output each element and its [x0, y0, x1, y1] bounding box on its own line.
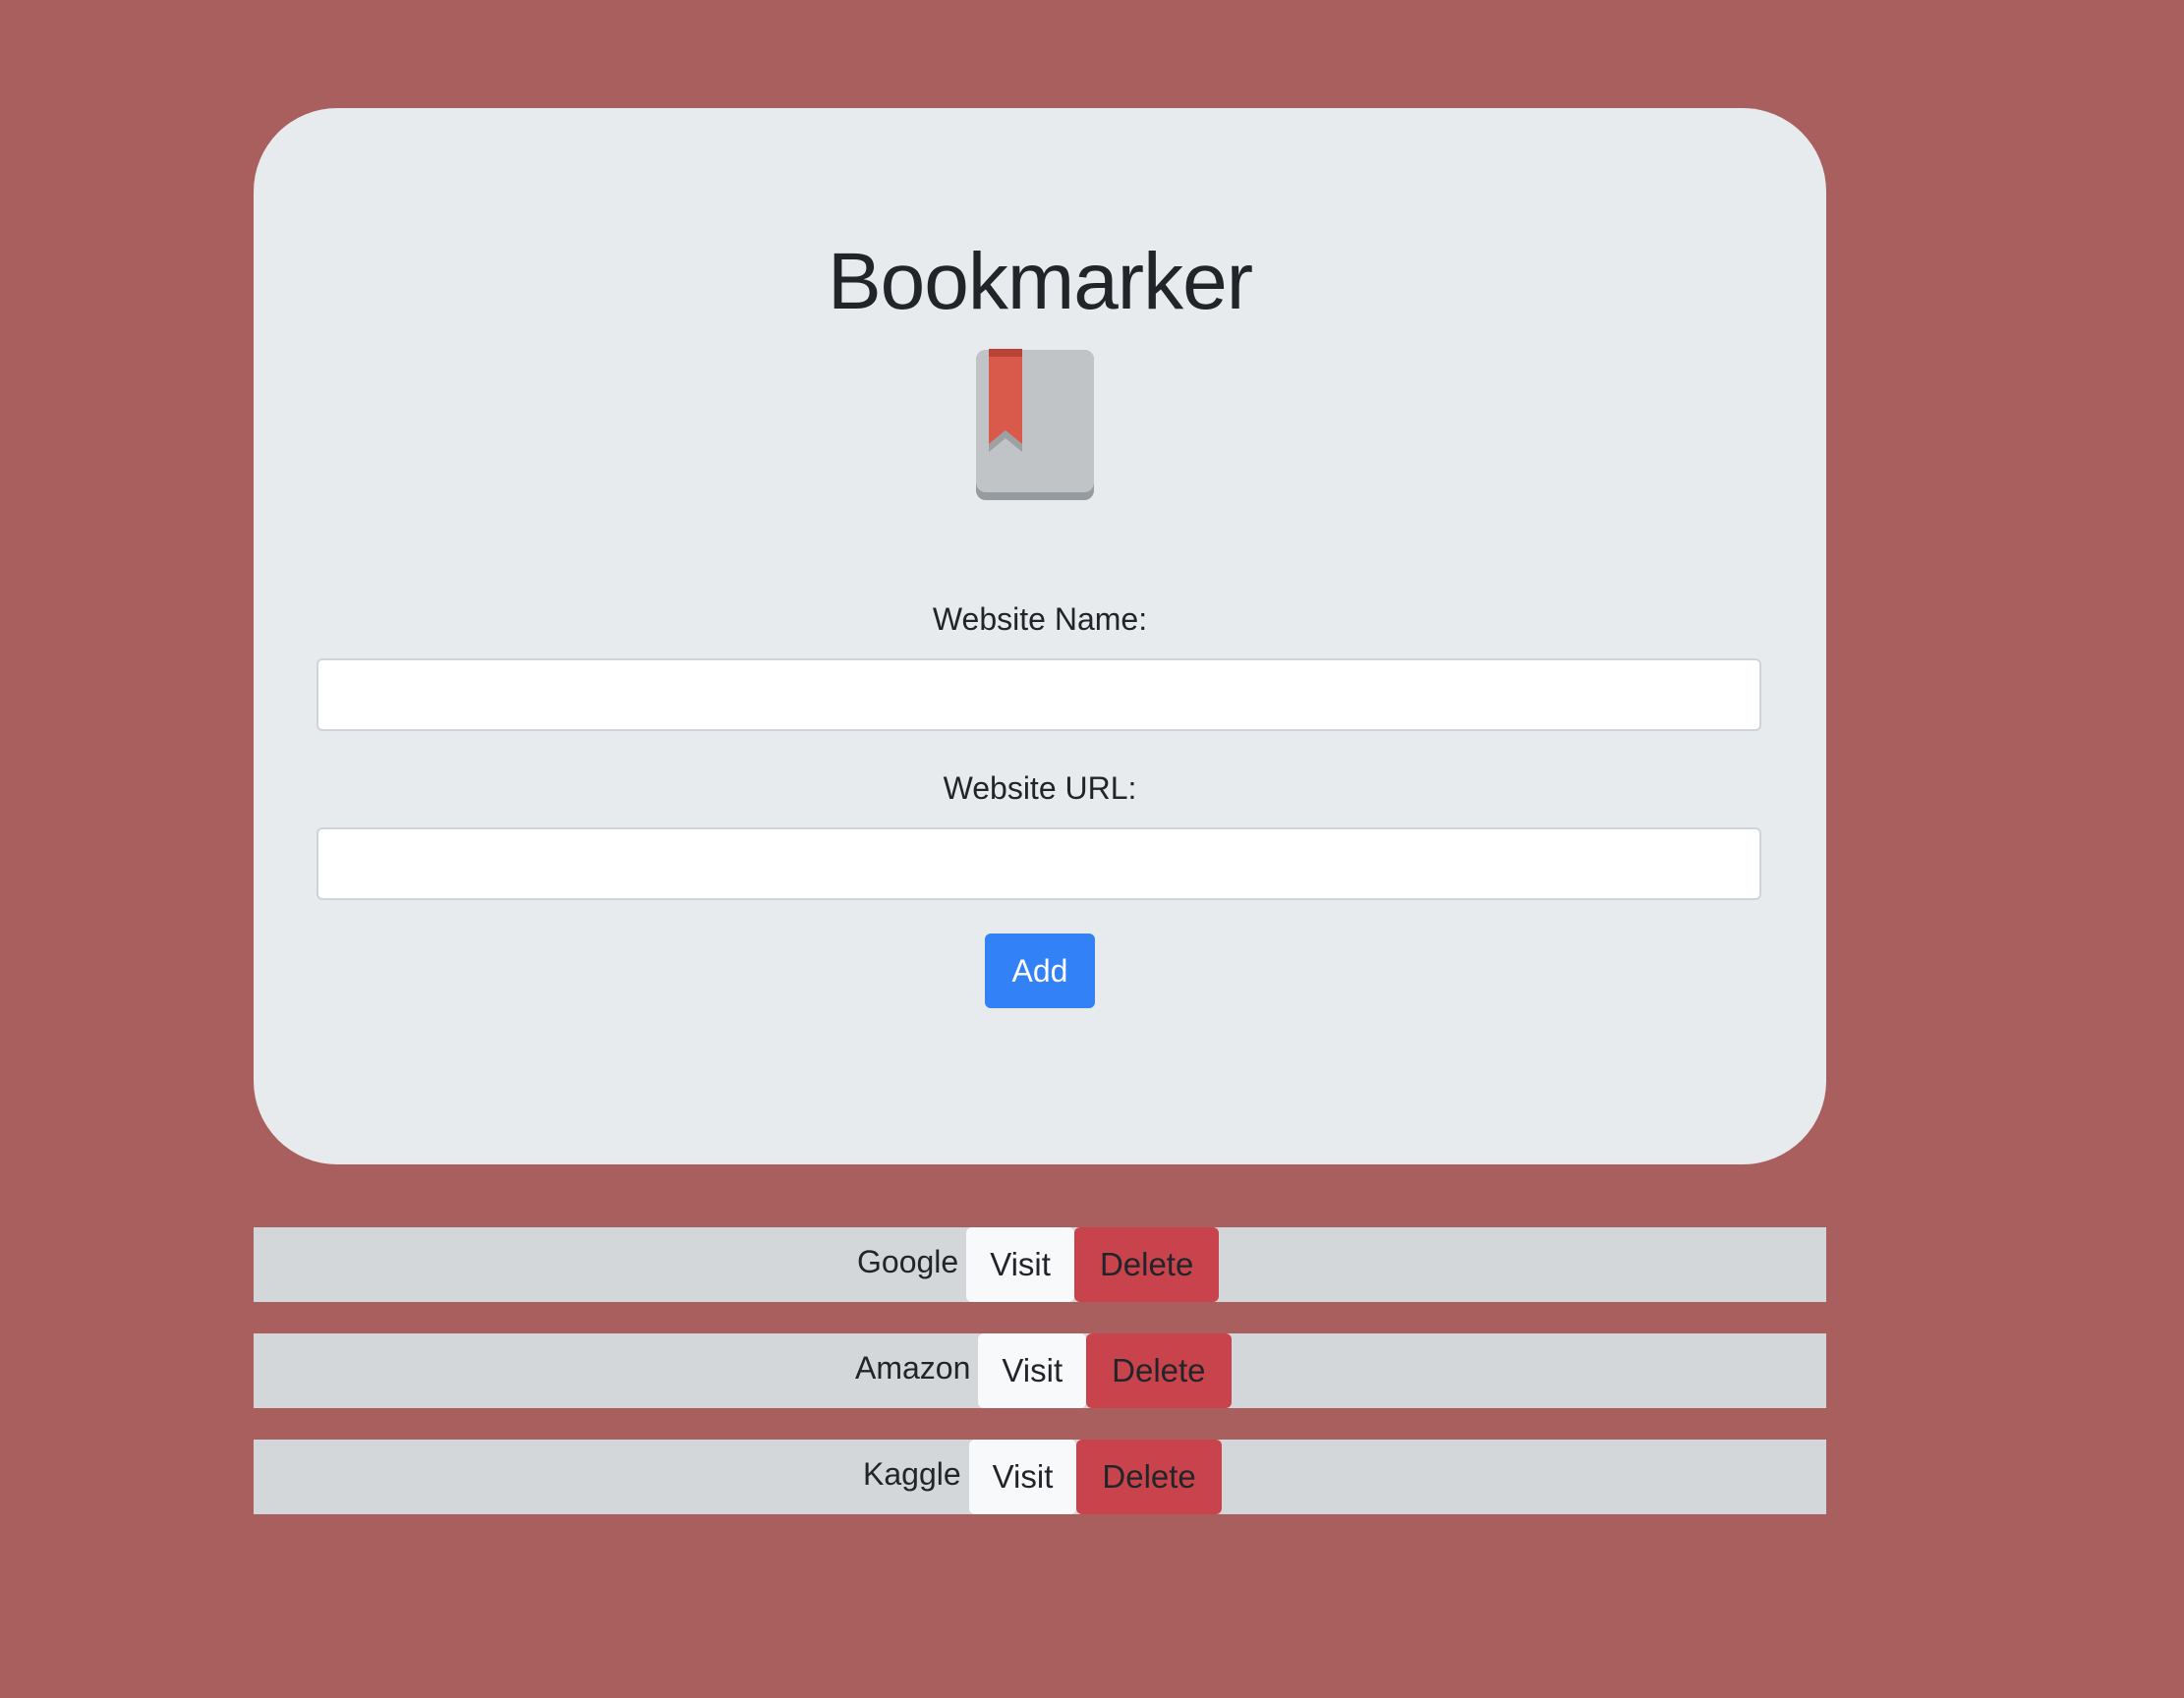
bookmark-row-content: Kaggle Visit Delete [863, 1440, 1222, 1514]
website-name-input[interactable] [316, 658, 1761, 731]
add-button[interactable]: Add [985, 934, 1095, 1008]
page-title: Bookmarker [827, 237, 1253, 326]
bookmark-name: Kaggle [863, 1456, 961, 1492]
bookmark-row: Amazon Visit Delete [254, 1333, 1826, 1408]
visit-button[interactable]: Visit [978, 1333, 1087, 1408]
bookmark-row: Kaggle Visit Delete [254, 1440, 1826, 1514]
delete-button[interactable]: Delete [1086, 1333, 1232, 1408]
visit-button[interactable]: Visit [966, 1227, 1074, 1302]
bookmark-name: Google [857, 1244, 959, 1279]
website-url-label: Website URL: [943, 770, 1137, 806]
delete-button[interactable]: Delete [1076, 1440, 1222, 1514]
website-name-label: Website Name: [932, 601, 1148, 637]
bookmark-name: Amazon [855, 1350, 971, 1386]
bookmark-row-content: Amazon Visit Delete [855, 1333, 1232, 1408]
bookmark-row-content: Google Visit Delete [857, 1227, 1220, 1302]
delete-button[interactable]: Delete [1073, 1227, 1220, 1302]
bookmark-row: Google Visit Delete [254, 1227, 1826, 1302]
visit-button[interactable]: Visit [968, 1440, 1077, 1514]
bookmark-book-icon [976, 349, 1094, 500]
website-url-input[interactable] [316, 827, 1761, 900]
